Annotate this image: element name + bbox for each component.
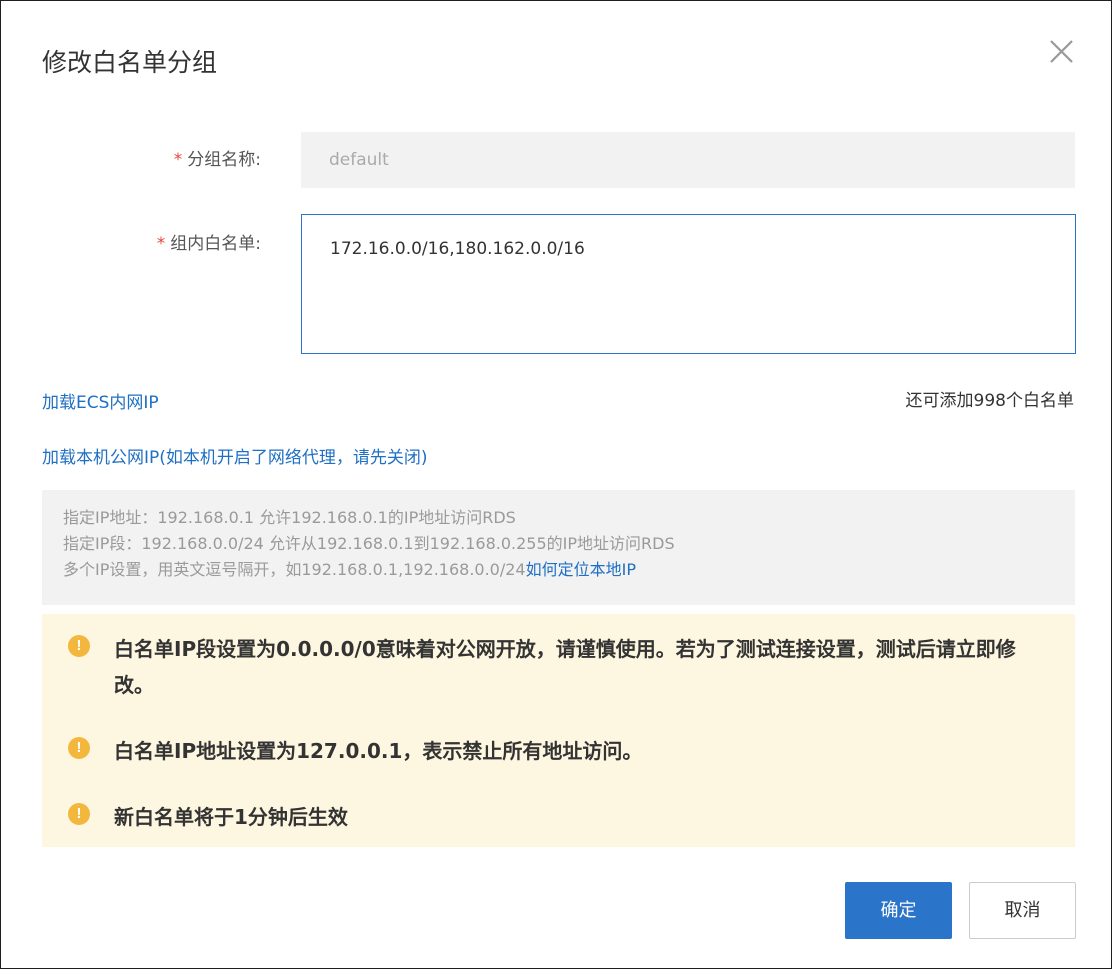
whitelist-label-text: 组内白名单: — [170, 234, 261, 254]
confirm-button[interactable]: 确定 — [845, 882, 952, 939]
group-name-label-text: 分组名称: — [187, 150, 261, 170]
remaining-count: 还可添加998个白名单 — [905, 391, 1074, 411]
locate-local-ip-link[interactable]: 如何定位本地IP — [526, 560, 636, 579]
warning-text: 白名单IP段设置为0.0.0.0/0意味着对公网开放，请谨慎使用。若为了测试连接… — [114, 637, 1016, 697]
hint-line-2: 指定IP段：192.168.0.0/24 允许从192.168.0.1到192.… — [63, 534, 675, 553]
warning-icon: ! — [68, 803, 90, 825]
group-name-label: * 分组名称: — [41, 148, 261, 172]
warning-text: 新白名单将于1分钟后生效 — [114, 805, 348, 829]
hint-line-3-text: 多个IP设置，用英文逗号隔开，如192.168.0.1,192.168.0.0/… — [63, 560, 526, 579]
warning-icon: ! — [68, 737, 90, 759]
warning-text: 白名单IP地址设置为127.0.0.1，表示禁止所有地址访问。 — [114, 739, 643, 763]
whitelist-label: * 组内白名单: — [41, 232, 261, 256]
load-public-ip-link[interactable]: 加载本机公网IP(如本机开启了网络代理，请先关闭) — [42, 446, 428, 470]
cancel-button[interactable]: 取消 — [969, 882, 1076, 939]
group-name-input: default — [301, 132, 1075, 188]
load-ecs-ip-link[interactable]: 加载ECS内网IP — [42, 391, 159, 415]
close-icon[interactable] — [1044, 35, 1078, 69]
dialog-title: 修改白名单分组 — [42, 48, 218, 77]
warning-box: ! 白名单IP段设置为0.0.0.0/0意味着对公网开放，请谨慎使用。若为了测试… — [42, 614, 1075, 847]
whitelist-textarea[interactable]: 172.16.0.0/16,180.162.0.0/16 — [301, 214, 1076, 354]
hint-line-3: 多个IP设置，用英文逗号隔开，如192.168.0.1,192.168.0.0/… — [63, 557, 1075, 583]
edit-whitelist-group-dialog: 修改白名单分组 * 分组名称: default * 组内白名单: 172.16.0.… — [0, 0, 1112, 969]
warning-icon: ! — [68, 635, 90, 657]
required-mark: * — [173, 150, 183, 170]
required-mark: * — [156, 234, 166, 254]
hint-line-1: 指定IP地址：192.168.0.1 允许192.168.0.1的IP地址访问R… — [63, 508, 516, 527]
ip-format-hint: 指定IP地址：192.168.0.1 允许192.168.0.1的IP地址访问R… — [42, 490, 1075, 605]
